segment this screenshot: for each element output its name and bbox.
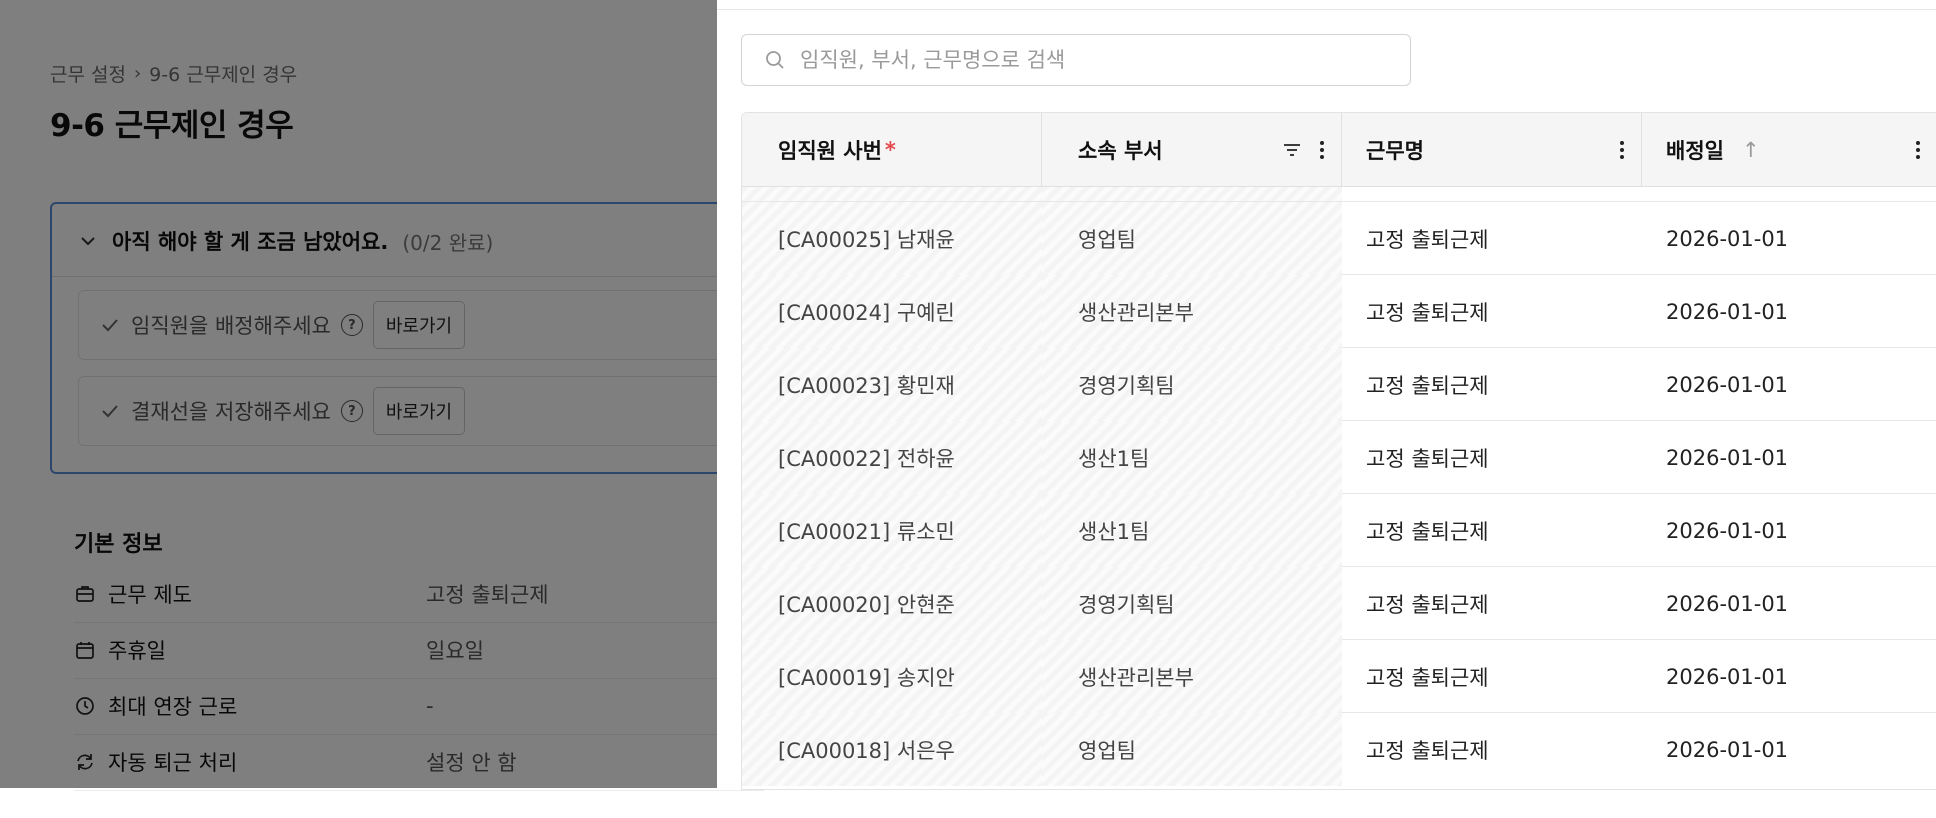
table-row[interactable]: [CA00024] 구예린 생산관리본부 고정 출퇴근제 2026-01-01 [742, 274, 1936, 348]
cell-employee: [CA00023] 황민재 [742, 348, 1042, 421]
table-row[interactable]: [CA00018] 서은우 영업팀 고정 출퇴근제 2026-01-01 [742, 712, 1936, 786]
table-body: [CA00025] 남재윤 영업팀 고정 출퇴근제 2026-01-01 [CA… [742, 187, 1936, 786]
table-row[interactable]: [CA00020] 안현준 경영기획팀 고정 출퇴근제 2026-01-01 [742, 566, 1936, 640]
cell-work-name: 고정 출퇴근제 [1366, 300, 1489, 325]
cell-assigned-date: 2026-01-01 [1666, 445, 1789, 470]
table-row[interactable]: [CA00025] 남재윤 영업팀 고정 출퇴근제 2026-01-01 [742, 201, 1936, 275]
cell-assigned-date: 2026-01-01 [1666, 737, 1789, 762]
cell-department: 경영기획팀 [1042, 348, 1342, 421]
table-row[interactable]: [CA00019] 송지안 생산관리본부 고정 출퇴근제 2026-01-01 [742, 639, 1936, 713]
table-row[interactable]: [CA00023] 황민재 경영기획팀 고정 출퇴근제 2026-01-01 [742, 347, 1936, 421]
more-options-icon[interactable] [1317, 140, 1327, 159]
cell-employee: [CA00018] 서은우 [742, 713, 1042, 786]
cell-employee: [CA00024] 구예린 [742, 275, 1042, 348]
more-options-icon[interactable] [1617, 140, 1627, 159]
search-icon [766, 51, 784, 69]
column-label: 임직원 사번 [778, 138, 882, 163]
column-header-department[interactable]: 소속 부서 [1042, 113, 1342, 186]
column-header-work-name[interactable]: 근무명 [1342, 113, 1642, 186]
cell-work-name: 고정 출퇴근제 [1366, 446, 1489, 471]
table-row[interactable]: [CA00022] 전하윤 생산1팀 고정 출퇴근제 2026-01-01 [742, 420, 1936, 494]
cell-employee: [CA00020] 안현준 [742, 567, 1042, 640]
cell-department: 생산관리본부 [1042, 275, 1342, 348]
filter-icon[interactable] [1281, 139, 1303, 161]
table-row[interactable]: [CA00021] 류소민 생산1팀 고정 출퇴근제 2026-01-01 [742, 493, 1936, 567]
column-label: 근무명 [1366, 138, 1424, 163]
cell-work-name: 고정 출퇴근제 [1366, 227, 1489, 252]
cell-department: 영업팀 [1042, 713, 1342, 786]
cell-employee: [CA00019] 송지안 [742, 640, 1042, 713]
cell-assigned-date: 2026-01-01 [1666, 664, 1789, 689]
required-mark: * [884, 137, 896, 162]
cell-department: 생산관리본부 [1042, 640, 1342, 713]
cell-work-name: 고정 출퇴근제 [1366, 519, 1489, 544]
partial-row [742, 187, 1936, 201]
more-options-icon[interactable] [1913, 140, 1923, 159]
cell-employee: [CA00021] 류소민 [742, 494, 1042, 567]
table-header: 임직원 사번 * 소속 부서 근무명 배정일 ↑ [742, 113, 1936, 187]
cell-work-name: 고정 출퇴근제 [1366, 738, 1489, 763]
cell-employee: [CA00022] 전하윤 [742, 421, 1042, 494]
search-box[interactable] [741, 34, 1411, 86]
cell-work-name: 고정 출퇴근제 [1366, 665, 1489, 690]
divider [717, 9, 1936, 10]
sort-ascending-icon[interactable]: ↑ [1742, 138, 1760, 162]
cell-department: 경영기획팀 [1042, 567, 1342, 640]
column-header-employee[interactable]: 임직원 사번 * [742, 113, 1042, 186]
cell-assigned-date: 2026-01-01 [1666, 591, 1789, 616]
cell-assigned-date: 2026-01-01 [1666, 518, 1789, 543]
cell-employee: [CA00025] 남재윤 [742, 202, 1042, 275]
cell-assigned-date: 2026-01-01 [1666, 226, 1789, 251]
assignment-drawer: 임직원 사번 * 소속 부서 근무명 배정일 ↑ [717, 0, 1936, 790]
cell-assigned-date: 2026-01-01 [1666, 299, 1789, 324]
column-label: 소속 부서 [1078, 138, 1163, 163]
cell-department: 생산1팀 [1042, 494, 1342, 567]
cell-work-name: 고정 출퇴근제 [1366, 373, 1489, 398]
column-label: 배정일 [1666, 138, 1724, 163]
search-input[interactable] [798, 47, 1362, 73]
cell-assigned-date: 2026-01-01 [1666, 372, 1789, 397]
cell-work-name: 고정 출퇴근제 [1366, 592, 1489, 617]
cell-department: 영업팀 [1042, 202, 1342, 275]
employee-table: 임직원 사번 * 소속 부서 근무명 배정일 ↑ [CA00025] 남재윤 영… [741, 112, 1936, 790]
cell-department: 생산1팀 [1042, 421, 1342, 494]
column-header-assigned-date[interactable]: 배정일 ↑ [1642, 113, 1936, 186]
